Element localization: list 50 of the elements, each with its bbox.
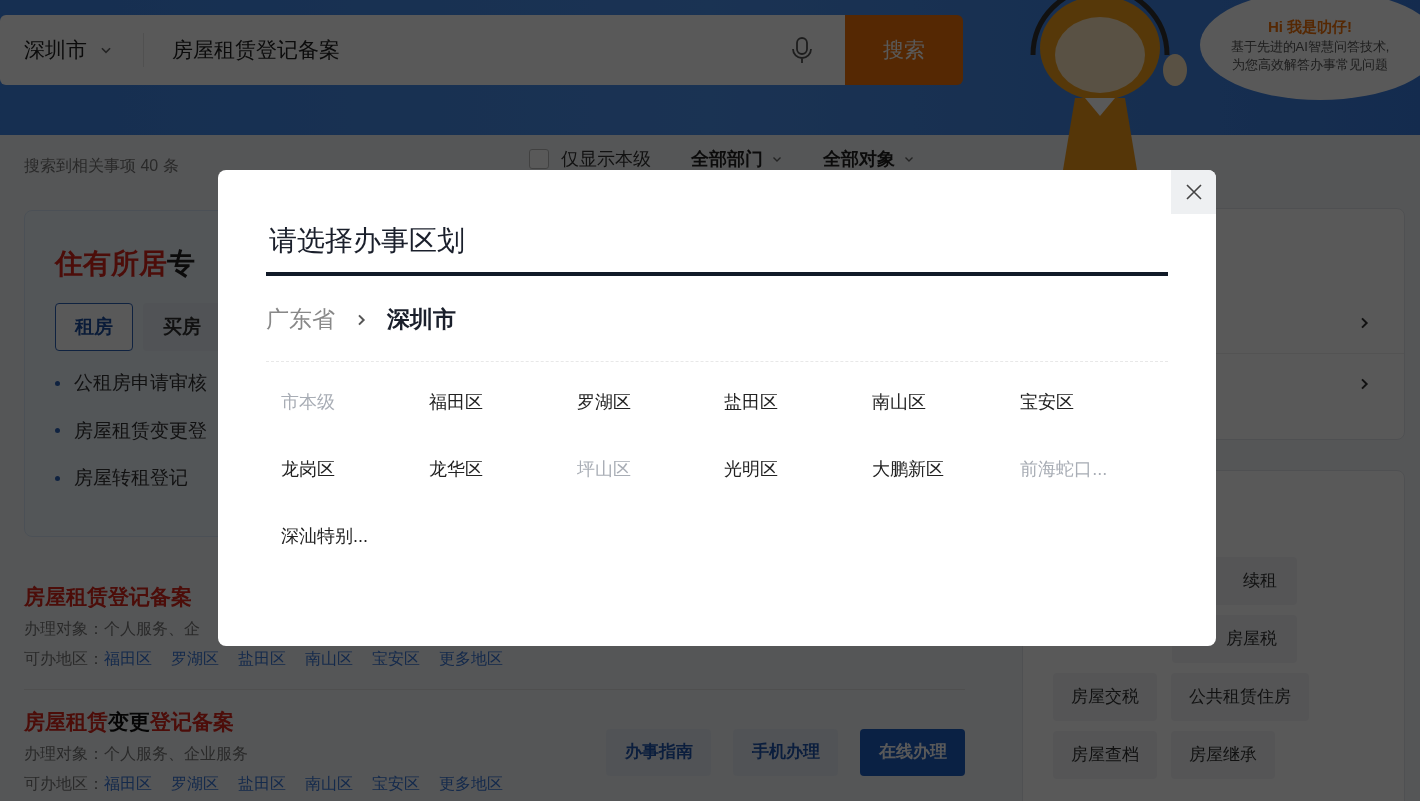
city-select[interactable]: 深圳市: [0, 34, 143, 66]
region-link[interactable]: 更多地区: [439, 772, 503, 796]
feature-card-title: 住有所居专: [55, 247, 196, 281]
region-link[interactable]: 盐田区: [238, 772, 286, 796]
close-icon: [1184, 183, 1203, 201]
region-link[interactable]: 宝安区: [372, 772, 420, 796]
checkbox[interactable]: [529, 149, 549, 169]
district-option[interactable]: 宝安区: [1020, 388, 1075, 416]
search-button[interactable]: 搜索: [845, 15, 963, 85]
region-link[interactable]: 罗湖区: [171, 647, 219, 671]
region-link[interactable]: 宝安区: [372, 647, 420, 671]
district-option[interactable]: 罗湖区: [576, 388, 631, 416]
service-link[interactable]: 房屋租赁变更登: [74, 416, 207, 445]
region-link[interactable]: 盐田区: [238, 647, 286, 671]
action-button[interactable]: 手机办理: [733, 728, 838, 776]
tag[interactable]: 房屋查档: [1053, 731, 1157, 779]
service-link[interactable]: 房屋转租登记: [74, 464, 188, 493]
breadcrumb-item: 深圳市: [387, 305, 456, 335]
tag[interactable]: 房屋交税: [1053, 673, 1157, 721]
search-input[interactable]: 房屋租赁登记备案: [144, 34, 791, 66]
action-button[interactable]: 办事指南: [606, 728, 711, 776]
greeting-text: Hi 我是叻仔!: [1267, 16, 1353, 37]
district-option[interactable]: 龙岗区: [281, 455, 335, 483]
microphone-icon[interactable]: [791, 36, 813, 64]
close-button[interactable]: [1171, 170, 1216, 214]
district-option[interactable]: 盐田区: [724, 388, 779, 416]
district-option[interactable]: 南山区: [872, 388, 927, 416]
region-link[interactable]: 南山区: [305, 647, 353, 671]
checkbox-label: 仅显示本级: [561, 147, 651, 171]
result-title[interactable]: 房屋租赁变更登记备案: [24, 708, 503, 736]
breadcrumb-item[interactable]: 广东省: [266, 302, 335, 337]
tag[interactable]: 公共租赁住房: [1171, 673, 1309, 721]
tag[interactable]: 房屋继承: [1171, 731, 1275, 779]
district-option[interactable]: 龙华区: [428, 455, 483, 483]
bullet-icon: [55, 380, 60, 386]
action-button[interactable]: 在线办理: [860, 728, 965, 776]
region-link[interactable]: 福田区: [104, 772, 152, 796]
region-link[interactable]: 福田区: [104, 647, 152, 671]
region-link[interactable]: 更多地区: [439, 647, 503, 671]
district-option[interactable]: 大鹏新区: [872, 455, 945, 483]
tab[interactable]: 租房: [55, 303, 133, 351]
district-option[interactable]: 深汕特别...: [281, 522, 368, 550]
district-option[interactable]: 福田区: [428, 388, 483, 416]
bullet-icon: [55, 428, 60, 434]
service-link[interactable]: 公租房申请审核: [74, 369, 207, 398]
region-link[interactable]: 罗湖区: [171, 772, 219, 796]
district-option[interactable]: 光明区: [724, 455, 779, 483]
region-link[interactable]: 南山区: [305, 772, 353, 796]
bullet-icon: [55, 475, 60, 481]
dialog-title: 请选择办事区划: [268, 224, 466, 258]
